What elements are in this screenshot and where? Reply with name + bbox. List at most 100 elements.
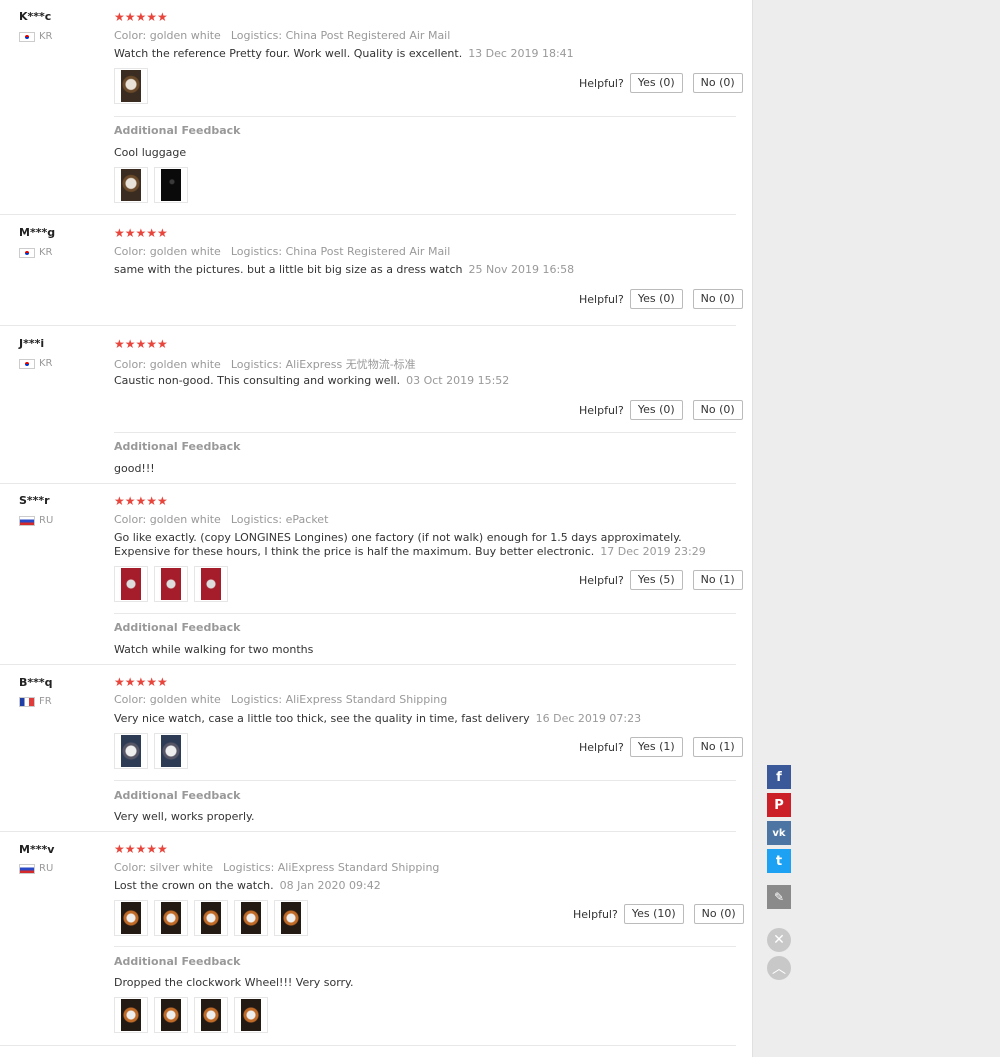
- reviewer-country: RU: [19, 863, 53, 874]
- additional-feedback-text: Cool luggage: [114, 146, 187, 159]
- additional-feedback-text: good!!!: [114, 462, 155, 475]
- review-text-row: Caustic non-good. This consulting and wo…: [114, 374, 509, 388]
- helpful-yes-button[interactable]: Yes (1): [629, 737, 683, 757]
- additional-feedback-label: Additional Feedback: [114, 440, 241, 453]
- close-button[interactable]: ✕: [767, 928, 791, 952]
- vk-icon: vk: [772, 827, 786, 839]
- reviewer-country: RU: [19, 515, 53, 526]
- review-text-row: Very nice watch, case a little too thick…: [114, 712, 641, 726]
- review-photos: [114, 566, 228, 602]
- helpful-group: Helpful? Yes (1) No (1): [579, 737, 743, 757]
- helpful-yes-button[interactable]: Yes (5): [629, 570, 683, 590]
- review-photo[interactable]: [154, 997, 188, 1033]
- logistics-label: Logistics:: [222, 861, 275, 874]
- country-code: KR: [39, 31, 53, 42]
- back-to-top-button[interactable]: ︿: [767, 956, 791, 980]
- helpful-no-button[interactable]: No (0): [693, 904, 744, 924]
- review-photo[interactable]: [114, 167, 148, 203]
- logistics-value: China Post Registered Air Mail: [285, 29, 451, 42]
- reviews-panel: K***c KR ★★★★★ Color: golden white Logist…: [0, 0, 753, 1057]
- helpful-yes-button[interactable]: Yes (0): [629, 400, 683, 420]
- review-photo[interactable]: [114, 733, 148, 769]
- color-value: golden white: [149, 358, 221, 371]
- country-code: KR: [39, 358, 53, 369]
- flag-icon: [19, 696, 35, 707]
- reviewer-name: M***v: [19, 843, 55, 856]
- review-divider: [0, 831, 736, 832]
- review-text: same with the pictures. but a little bit…: [114, 263, 463, 276]
- helpful-no-button[interactable]: No (0): [692, 289, 743, 309]
- star-rating: ★★★★★: [114, 494, 168, 508]
- review-photo[interactable]: [234, 900, 268, 936]
- review-date: 17 Dec 2019 23:29: [600, 545, 706, 558]
- review-photo[interactable]: [114, 997, 148, 1033]
- helpful-yes-button[interactable]: Yes (0): [629, 289, 683, 309]
- review-photo[interactable]: [114, 566, 148, 602]
- review-text-row: Expensive for these hours, I think the p…: [114, 545, 706, 559]
- flag-icon: [19, 247, 35, 258]
- review-divider: [0, 483, 736, 484]
- review-date: 08 Jan 2020 09:42: [279, 879, 381, 892]
- review-text: Caustic non-good. This consulting and wo…: [114, 374, 401, 387]
- review-photo[interactable]: [274, 900, 308, 936]
- review-text: Expensive for these hours, I think the p…: [114, 545, 595, 558]
- review-date: 03 Oct 2019 15:52: [406, 374, 510, 387]
- additional-feedback-label: Additional Feedback: [114, 789, 241, 802]
- review-photos: [114, 733, 188, 769]
- logistics-label: Logistics:: [230, 513, 283, 526]
- helpful-no-button[interactable]: No (0): [692, 400, 743, 420]
- review-photo[interactable]: [154, 733, 188, 769]
- additional-feedback-label: Additional Feedback: [114, 621, 241, 634]
- country-code: FR: [39, 696, 52, 707]
- flag-icon: [19, 358, 35, 369]
- flag-icon: [19, 863, 35, 874]
- divider: [114, 432, 736, 433]
- review-photos: [114, 68, 148, 104]
- review-photo[interactable]: [194, 997, 228, 1033]
- review-photos: [114, 900, 308, 936]
- reviewer-name: K***c: [19, 10, 52, 23]
- helpful-yes-button[interactable]: Yes (0): [629, 73, 683, 93]
- review-photo[interactable]: [114, 900, 148, 936]
- review-photo[interactable]: [154, 566, 188, 602]
- chevron-up-icon: ︿: [772, 961, 786, 977]
- additional-feedback-text: Very well, works properly.: [114, 810, 255, 823]
- review-photo[interactable]: [154, 900, 188, 936]
- logistics-label: Logistics:: [230, 693, 283, 706]
- reviewer-country: FR: [19, 696, 52, 707]
- additional-feedback-label: Additional Feedback: [114, 124, 241, 137]
- edit-button[interactable]: ✎: [767, 885, 791, 909]
- helpful-yes-button[interactable]: Yes (10): [623, 904, 684, 924]
- helpful-group: Helpful? Yes (10) No (0): [573, 904, 744, 924]
- vk-share-button[interactable]: vk: [767, 821, 791, 845]
- review-photo[interactable]: [114, 68, 148, 104]
- twitter-share-button[interactable]: t: [767, 849, 791, 873]
- review-photo[interactable]: [194, 900, 228, 936]
- review-photo[interactable]: [194, 566, 228, 602]
- additional-photos: [114, 167, 188, 203]
- facebook-share-button[interactable]: f: [767, 765, 791, 789]
- helpful-no-button[interactable]: No (0): [692, 73, 743, 93]
- helpful-label: Helpful?: [573, 907, 618, 921]
- color-value: golden white: [149, 29, 221, 42]
- review-photo[interactable]: [234, 997, 268, 1033]
- review-meta: Color: golden white Logistics: China Post…: [114, 245, 450, 258]
- review-meta: Color: golden white Logistics: ePacket: [114, 513, 328, 526]
- close-icon: ✕: [773, 932, 785, 948]
- review-photo[interactable]: [154, 167, 188, 203]
- helpful-no-button[interactable]: No (1): [692, 737, 743, 757]
- review-divider: [0, 325, 736, 326]
- review-text: Lost the crown on the watch.: [114, 879, 274, 892]
- divider: [114, 613, 736, 614]
- country-code: RU: [39, 515, 54, 526]
- helpful-no-button[interactable]: No (1): [692, 570, 743, 590]
- reviewer-country: KR: [19, 358, 53, 369]
- helpful-label: Helpful?: [579, 76, 624, 90]
- review-divider: [0, 1045, 736, 1046]
- country-code: RU: [39, 863, 54, 874]
- logistics-value: AliExpress Standard Shipping: [277, 861, 440, 874]
- page: K***c KR ★★★★★ Color: golden white Logist…: [0, 0, 1000, 1057]
- pinterest-icon: P: [774, 797, 784, 813]
- pinterest-share-button[interactable]: P: [767, 793, 791, 817]
- logistics-value: AliExpress Standard Shipping: [285, 693, 448, 706]
